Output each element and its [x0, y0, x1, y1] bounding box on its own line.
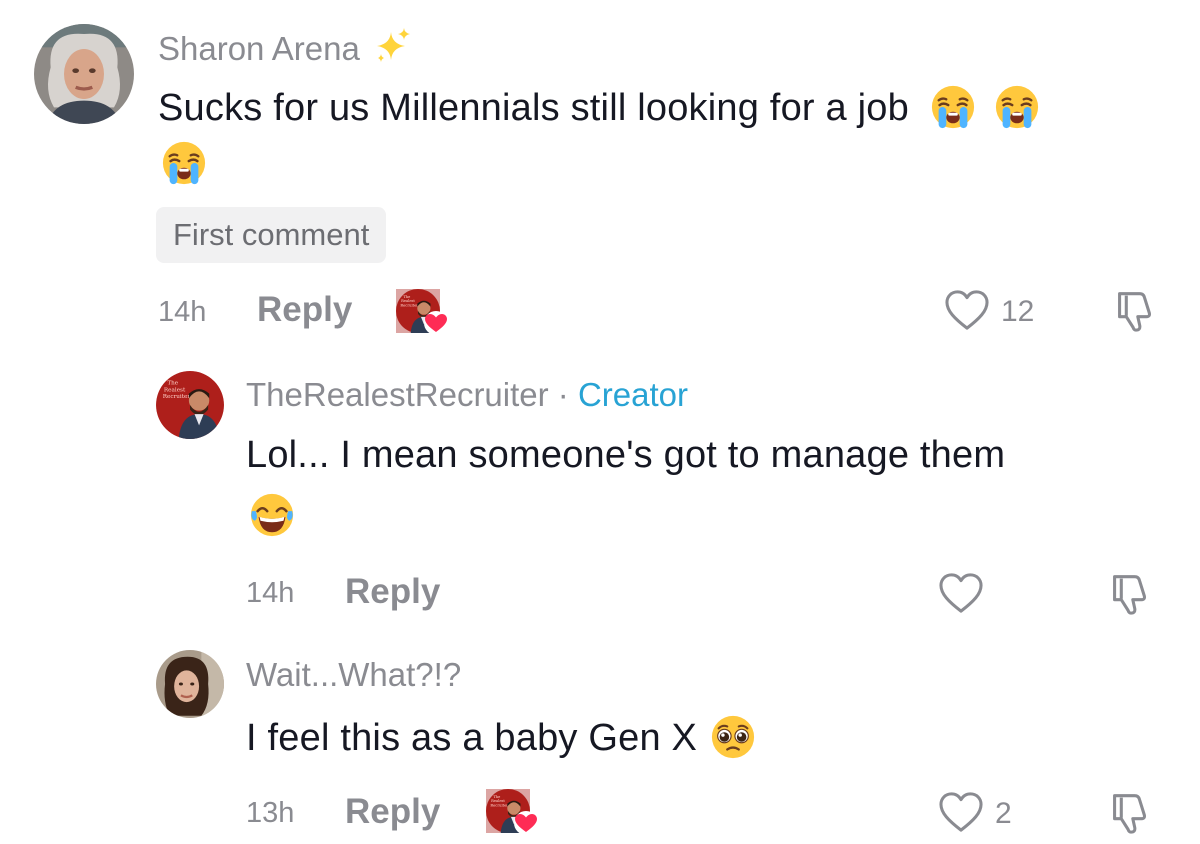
pleading-face-icon	[710, 714, 756, 770]
creator-liked-badge	[486, 789, 540, 837]
avatar[interactable]	[156, 371, 224, 439]
first-comment-badge: First comment	[156, 207, 387, 263]
comment-text-content: Sucks for us Millennials still looking f…	[158, 87, 909, 129]
separator-dot: ·	[557, 376, 569, 413]
crying-face-icon	[161, 140, 207, 186]
thumbs-down-icon	[1105, 570, 1151, 616]
like-count: 2	[995, 797, 1012, 830]
dislike-button[interactable]	[1110, 287, 1158, 335]
sparkles-icon	[373, 26, 413, 74]
avatar[interactable]	[156, 650, 224, 718]
avatar[interactable]	[34, 24, 134, 124]
comment-text-content: I feel this as a baby Gen X	[246, 717, 698, 759]
comment-timestamp: 14h	[246, 577, 295, 609]
like-button[interactable]	[944, 289, 990, 333]
reply-button[interactable]: Reply	[345, 572, 440, 612]
like-count: 12	[1001, 295, 1035, 328]
comment-text: Lol... I mean someone's got to manage th…	[246, 434, 1006, 476]
crying-face-icon	[994, 84, 1040, 140]
creator-liked-badge	[396, 289, 450, 337]
username-text: TheRealestRecruiter	[246, 376, 549, 413]
comment-text: I feel this as a baby Gen X	[246, 714, 756, 770]
creator-label: Creator	[577, 376, 689, 413]
dislike-button[interactable]	[1105, 789, 1153, 837]
username-text: Sharon Arena	[158, 30, 360, 67]
heart-outline-icon	[944, 289, 990, 331]
comment-timestamp: 14h	[158, 296, 207, 328]
crying-face-icon	[930, 84, 976, 140]
comment-timestamp: 13h	[246, 797, 295, 829]
reply-button[interactable]: Reply	[345, 792, 440, 832]
dislike-button[interactable]	[1105, 570, 1153, 618]
heart-outline-icon	[938, 572, 984, 614]
thumbs-down-icon	[1105, 789, 1151, 835]
heart-outline-icon	[938, 791, 984, 833]
thumbs-down-icon	[1110, 287, 1156, 333]
comment-text: Sucks for us Millennials still looking f…	[158, 84, 1040, 140]
comment-username[interactable]: Sharon Arena	[158, 26, 413, 74]
like-button[interactable]	[938, 572, 984, 616]
comment-username[interactable]: Wait...What?!?	[246, 656, 461, 694]
like-button[interactable]	[938, 791, 984, 835]
comment-username[interactable]: TheRealestRecruiter · Creator	[246, 376, 688, 414]
tears-of-joy-icon	[249, 492, 295, 538]
reply-button[interactable]: Reply	[257, 290, 352, 330]
